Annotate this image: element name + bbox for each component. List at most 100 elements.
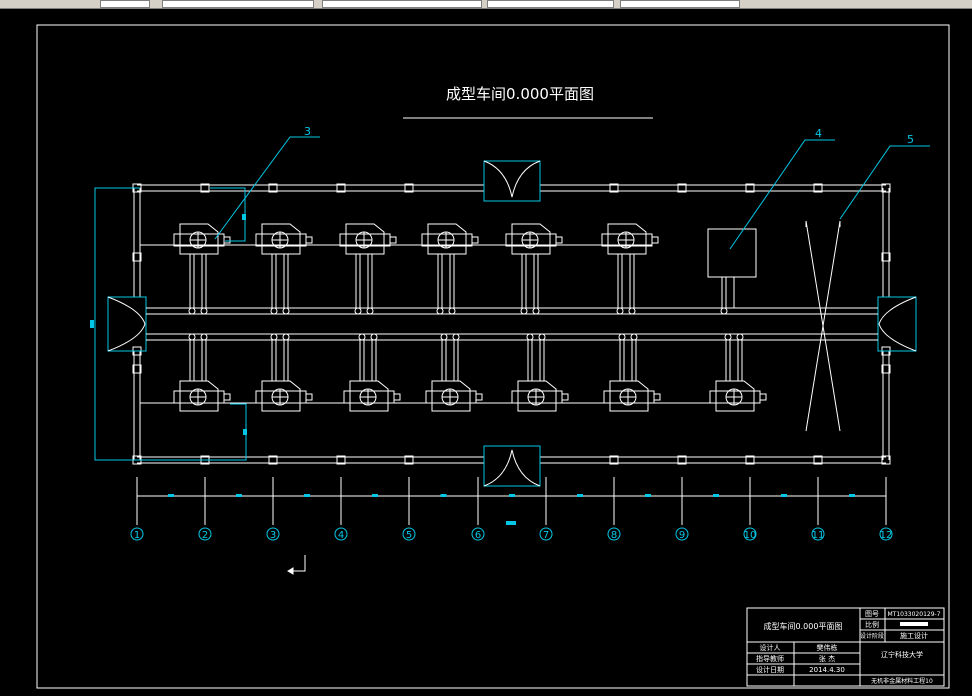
support-wheel — [370, 333, 378, 341]
machine-motor — [475, 393, 483, 401]
dim-tick — [236, 494, 242, 497]
support-wheel — [366, 307, 374, 315]
machine-body — [715, 380, 755, 412]
axis-label: 7 — [543, 530, 549, 541]
press-machine — [505, 223, 563, 255]
tb-advisor-label: 指导教师 — [756, 654, 784, 663]
axis-label: 4 — [338, 530, 344, 541]
dim-tick — [645, 494, 651, 497]
dim-tick — [781, 494, 787, 497]
dim-tick — [168, 494, 174, 497]
axis-marker — [506, 521, 516, 525]
support-wheel — [270, 307, 278, 315]
cyan-marker — [243, 429, 247, 435]
tb-drawing-name: 成型车间0.000平面图 — [764, 621, 843, 631]
machine-body — [427, 223, 467, 255]
dim-tick — [372, 494, 378, 497]
support-wheel — [200, 333, 208, 341]
toolbar-dropdown[interactable] — [322, 0, 482, 8]
tb-drawing-no: MT1033020129-7 — [888, 611, 941, 618]
machine-body — [607, 223, 647, 255]
machine-motor — [759, 393, 767, 401]
machine-body — [349, 380, 389, 412]
tb-designer-name: 樊伟栋 — [817, 643, 838, 652]
drawing-title: 成型车间0.000平面图 — [446, 85, 594, 103]
tb-date-value: 2014.4.30 — [809, 666, 845, 674]
machine-motor — [561, 393, 569, 401]
support-wheel — [282, 333, 290, 341]
machine-motor — [223, 393, 231, 401]
axis-grid: 1 2 3 4 5 6 7 8 9 10 11 12 — [130, 477, 893, 575]
drawing-canvas[interactable]: 成型车间0.000平面图 1 2 3 4 5 6 7 8 9 10 11 12 3 4 5 成型车间0… — [0, 9, 972, 696]
support-wheel — [520, 307, 528, 315]
machine-group — [140, 220, 841, 432]
toolbar-dropdown[interactable] — [100, 0, 150, 8]
machine-motor — [653, 393, 661, 401]
cyan-marker — [242, 214, 246, 220]
callout-label-5: 5 — [907, 133, 914, 146]
machine-motor — [305, 236, 313, 244]
tb-scale-bar — [900, 622, 928, 626]
door-swing — [483, 160, 541, 198]
support-wheel — [436, 307, 444, 315]
machine-motor — [471, 236, 479, 244]
cyan-pipe-upper — [210, 187, 246, 242]
press-machine — [173, 380, 231, 412]
tb-stage-label: 设计阶段 — [860, 632, 884, 640]
cyan-marker — [90, 320, 94, 328]
press-machine — [255, 223, 313, 255]
machine-body — [345, 223, 385, 255]
machine-body — [517, 380, 557, 412]
door-right — [877, 296, 917, 352]
title-block-text: 成型车间0.000平面图 图号 MT1033020129-7 比例 设计阶段 施… — [756, 610, 941, 685]
machine-body — [261, 380, 301, 412]
cad-toolbar-strip — [0, 0, 972, 9]
support-wheel — [720, 307, 728, 315]
tb-school: 辽宁科技大学 — [881, 650, 923, 659]
toolbar-dropdown[interactable] — [162, 0, 314, 8]
toolbar-dropdown[interactable] — [620, 0, 740, 8]
machine-motor — [393, 393, 401, 401]
callout-label-4: 4 — [815, 127, 822, 140]
ucs-arrow — [287, 567, 294, 575]
press-machine — [173, 223, 231, 255]
tb-stage-value: 施工设计 — [900, 631, 928, 640]
tb-drawing-no-label: 图号 — [865, 610, 879, 618]
toolbar-dropdown[interactable] — [487, 0, 614, 8]
door-left — [107, 296, 147, 352]
callout-leader-4 — [729, 139, 835, 250]
axis-label: 2 — [202, 530, 208, 541]
press-machine — [421, 223, 479, 255]
press-machine — [339, 223, 397, 255]
machine-body — [179, 380, 219, 412]
axis-label: 5 — [406, 530, 412, 541]
axis-label: 12 — [880, 530, 893, 541]
dim-tick — [713, 494, 719, 497]
support-wheel — [452, 333, 460, 341]
support-wheel — [358, 333, 366, 341]
axis-label: 11 — [812, 530, 825, 541]
axis-label: 1 — [134, 530, 140, 541]
support-wheel — [448, 307, 456, 315]
machine-motor — [651, 236, 659, 244]
cyan-pipe-lower — [140, 403, 247, 461]
sheet-border — [36, 24, 950, 689]
equipment-box — [707, 228, 757, 278]
axis-label: 6 — [475, 530, 481, 541]
machine-body — [511, 223, 551, 255]
support-wheel — [630, 333, 638, 341]
support-wheel — [618, 333, 626, 341]
callout-leader-5 — [839, 145, 930, 220]
support-wheel — [440, 333, 448, 341]
tb-date-label: 设计日期 — [756, 665, 784, 674]
support-wheel — [538, 333, 546, 341]
press-machine — [425, 380, 483, 412]
floor-plan — [107, 160, 917, 487]
dim-tick — [509, 494, 515, 497]
support-wheel — [616, 307, 624, 315]
machine-motor — [305, 393, 313, 401]
machine-body — [261, 223, 301, 255]
axis-label: 10 — [744, 530, 757, 541]
support-wheel — [188, 333, 196, 341]
tb-advisor-name: 张 杰 — [819, 654, 835, 663]
